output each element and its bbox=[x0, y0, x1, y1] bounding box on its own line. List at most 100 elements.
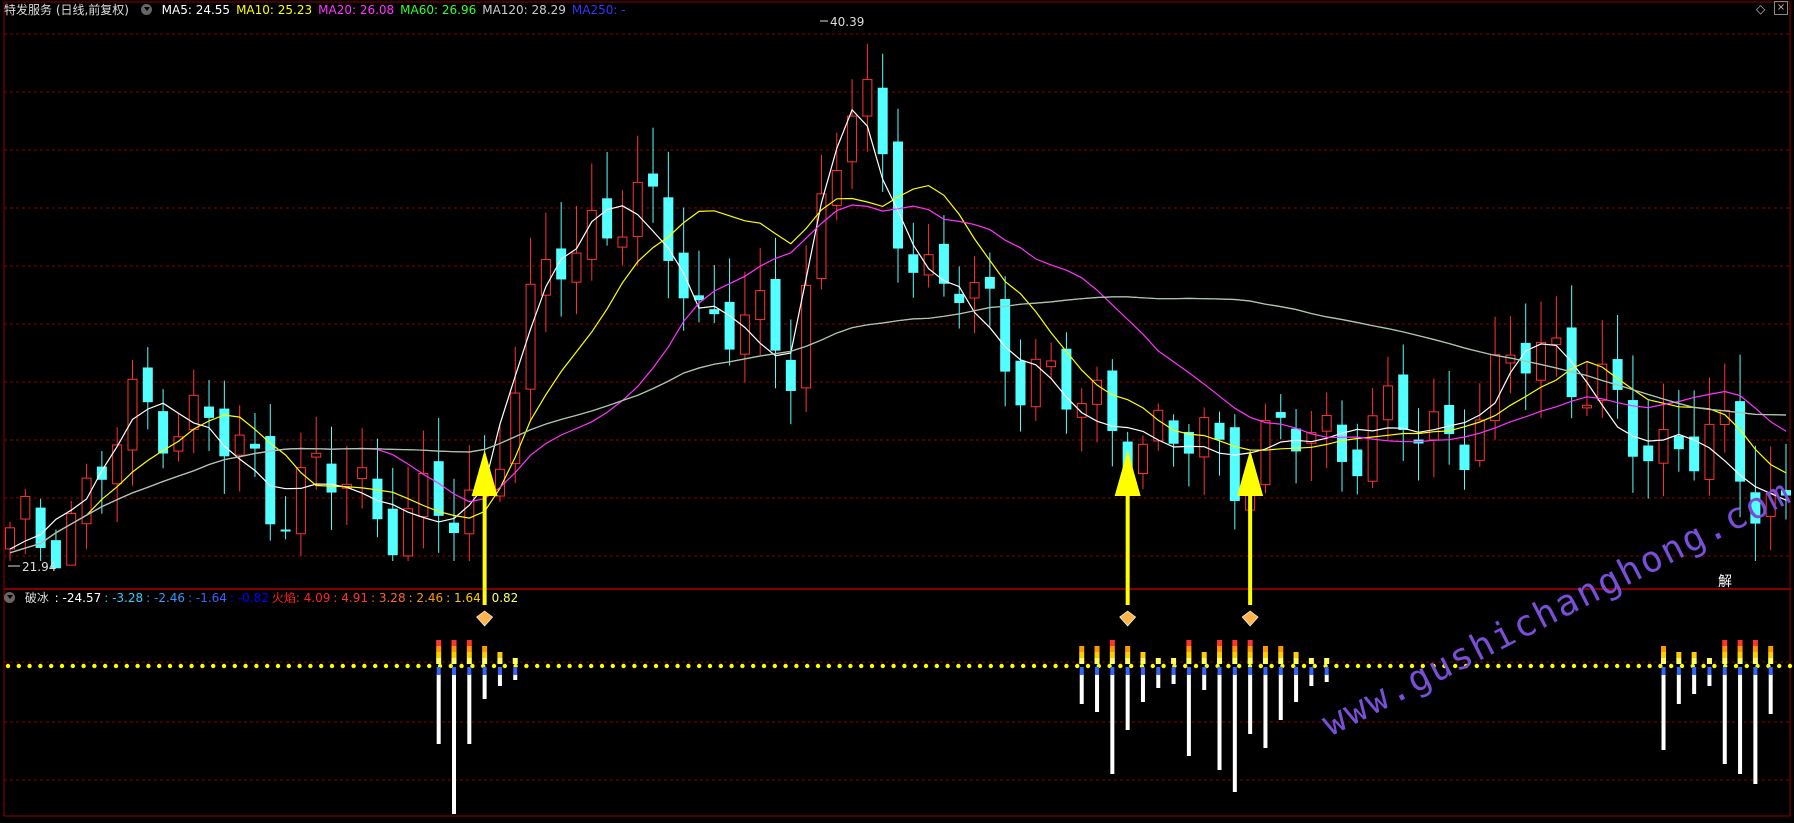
candle-body bbox=[954, 293, 965, 303]
baseline-dot bbox=[535, 663, 540, 669]
flame-segment bbox=[1752, 640, 1758, 646]
baseline-dot bbox=[1031, 663, 1037, 669]
baseline-dot bbox=[1355, 663, 1361, 669]
baseline-dot bbox=[243, 663, 248, 669]
flame-segment bbox=[1737, 640, 1743, 646]
baseline-dot bbox=[103, 663, 108, 669]
ice-bar bbox=[1202, 674, 1207, 690]
flame-segment bbox=[482, 646, 488, 652]
flame-segment bbox=[497, 652, 503, 658]
close-icon[interactable]: × bbox=[1774, 1, 1788, 15]
jie-button[interactable]: 解 bbox=[1718, 571, 1732, 591]
baseline-dot bbox=[589, 663, 594, 669]
ice-band bbox=[1202, 667, 1207, 675]
baseline-dot bbox=[1636, 663, 1642, 669]
baseline-dot bbox=[1701, 663, 1706, 669]
ice-bar bbox=[1110, 674, 1115, 774]
candle-body bbox=[648, 173, 659, 187]
flame-segment bbox=[451, 658, 457, 664]
baseline-dot bbox=[999, 663, 1004, 669]
flame-segment bbox=[1278, 646, 1284, 652]
candle-body bbox=[510, 392, 521, 465]
candle-body bbox=[1107, 370, 1118, 431]
flame-segment bbox=[1768, 646, 1774, 652]
baseline-dot bbox=[275, 663, 281, 669]
baseline-dot bbox=[934, 663, 939, 669]
baseline-dot bbox=[869, 663, 875, 669]
chart-frame: 40.39 21.94 bbox=[0, 0, 1794, 819]
ice-band bbox=[1095, 667, 1100, 675]
baseline-dot bbox=[1366, 663, 1372, 669]
ice-bar bbox=[1171, 674, 1176, 684]
flame-segment bbox=[1293, 658, 1299, 664]
candle-body bbox=[1673, 435, 1684, 450]
indicator-legend-item: : 0.82 bbox=[483, 591, 519, 605]
ice-bar bbox=[452, 674, 456, 814]
baseline-dot bbox=[859, 663, 864, 669]
low-price-label: 21.94 bbox=[22, 560, 56, 574]
baseline-dot bbox=[751, 663, 756, 669]
candle-body bbox=[249, 443, 260, 449]
flame-segment bbox=[1109, 640, 1115, 646]
baseline-dot bbox=[913, 663, 918, 669]
candle-body bbox=[877, 87, 888, 155]
flame-segment bbox=[1691, 658, 1697, 664]
diamond-icon[interactable]: ◇ bbox=[1756, 2, 1765, 16]
baseline-dot bbox=[1345, 663, 1350, 669]
ice-bar bbox=[1263, 674, 1268, 748]
flame-segment bbox=[1768, 658, 1774, 664]
baseline-dot bbox=[1021, 663, 1026, 669]
baseline-dot bbox=[124, 663, 129, 669]
flame-segment bbox=[436, 652, 442, 658]
baseline-dot bbox=[826, 663, 831, 669]
flame-segment bbox=[1752, 652, 1758, 658]
flame-segment bbox=[1722, 640, 1728, 646]
candle-body bbox=[295, 467, 306, 535]
flame-segment bbox=[1722, 658, 1728, 664]
baseline-dot bbox=[1237, 663, 1242, 669]
candle-body bbox=[862, 78, 873, 117]
flame-segment bbox=[1140, 652, 1146, 658]
ma-legend: MA5: 24.55 MA10: 25.23 MA20: 26.08 MA60: 26… bbox=[162, 3, 632, 17]
baseline-dot bbox=[383, 663, 389, 669]
baseline-dot bbox=[1301, 663, 1307, 669]
flame-segment bbox=[1247, 640, 1253, 646]
flame-segment bbox=[1125, 658, 1131, 664]
flame-segment bbox=[1201, 652, 1207, 658]
panel-border bbox=[3, 1, 1791, 817]
ice-band bbox=[1263, 667, 1268, 675]
candle-body bbox=[127, 378, 138, 451]
chart-canvas[interactable]: 40.39 21.94 bbox=[0, 0, 1794, 819]
baseline-dot bbox=[761, 663, 767, 669]
baseline-dot bbox=[135, 663, 140, 669]
baseline-dot bbox=[1571, 663, 1577, 669]
baseline-dot bbox=[1517, 663, 1523, 669]
candle-body bbox=[1581, 404, 1592, 409]
ice-bar bbox=[1125, 674, 1130, 730]
baseline-dot bbox=[1733, 663, 1739, 669]
ice-bar bbox=[1186, 674, 1191, 756]
ice-band bbox=[1676, 667, 1681, 675]
baseline-dot bbox=[1010, 663, 1015, 669]
baseline-dot bbox=[664, 663, 669, 669]
baseline-dot bbox=[1193, 663, 1199, 669]
baseline-dot bbox=[254, 663, 259, 669]
baseline-dot bbox=[1388, 663, 1393, 669]
baseline-dot bbox=[362, 663, 367, 669]
candle-body bbox=[602, 198, 613, 239]
candle-body bbox=[1490, 354, 1501, 422]
baseline-dot bbox=[707, 663, 713, 669]
flame-segment bbox=[1232, 646, 1238, 652]
candle-body bbox=[1076, 403, 1087, 418]
settings-dropdown-icon[interactable] bbox=[140, 4, 152, 15]
indicator-dropdown-icon[interactable] bbox=[4, 592, 15, 603]
baseline-dot bbox=[1712, 663, 1717, 669]
flame-segment bbox=[1125, 652, 1131, 658]
flame-segment bbox=[1706, 658, 1712, 664]
baseline-dot bbox=[1777, 663, 1782, 669]
baseline-dot bbox=[945, 663, 950, 669]
candle-body bbox=[1046, 360, 1057, 368]
flame-segment bbox=[1737, 652, 1743, 658]
baseline-dot bbox=[1582, 663, 1588, 669]
signal-arrow-head bbox=[1237, 450, 1264, 496]
